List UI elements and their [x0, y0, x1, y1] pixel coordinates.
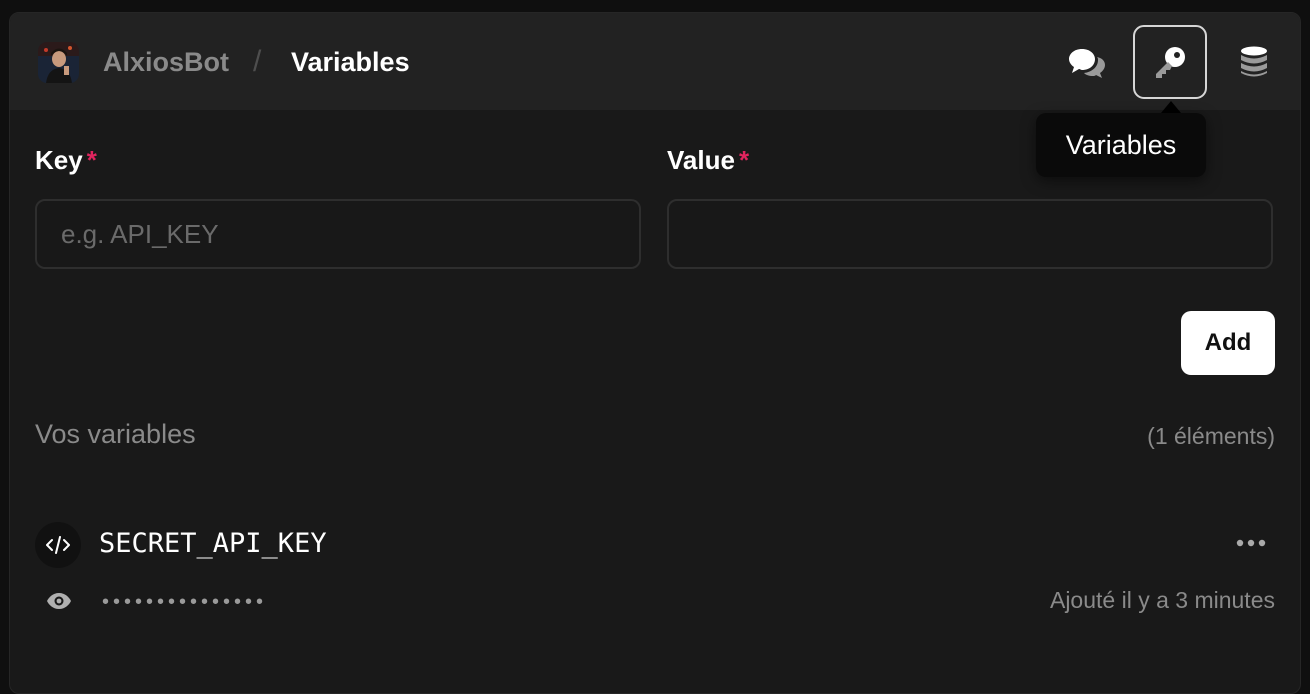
value-label-text: Value — [667, 145, 735, 175]
masked-value: ••••••••••••••• — [102, 591, 268, 613]
value-label: Value * — [667, 145, 749, 176]
required-marker: * — [86, 145, 97, 175]
breadcrumb-separator: / — [253, 45, 262, 78]
show-value-button[interactable] — [45, 589, 73, 613]
variables-tooltip: Variables — [1036, 113, 1206, 177]
chat-button[interactable] — [1050, 25, 1124, 99]
bot-avatar[interactable] — [38, 42, 79, 83]
code-icon — [35, 522, 81, 568]
variables-panel: AlxiosBot / Variables Variables Key * Va… — [9, 12, 1301, 694]
added-timestamp: Ajouté il y a 3 minutes — [1049, 587, 1275, 613]
breadcrumb-bot-name[interactable]: AlxiosBot — [103, 47, 229, 78]
database-icon — [1241, 46, 1267, 77]
value-input[interactable] — [667, 199, 1273, 269]
chat-icon — [1069, 49, 1105, 78]
database-button[interactable] — [1217, 25, 1291, 99]
more-icon — [1236, 539, 1266, 547]
variable-key: SECRET_API_KEY — [99, 528, 327, 559]
key-input[interactable] — [35, 199, 641, 269]
page-title: Variables — [291, 47, 410, 77]
tooltip-arrow — [1161, 101, 1181, 113]
variables-section-title: Vos variables — [35, 419, 196, 449]
key-label-text: Key — [35, 145, 83, 175]
key-icon — [1156, 47, 1185, 78]
eye-icon — [47, 593, 71, 609]
key-label: Key * — [35, 145, 97, 176]
more-options-button[interactable] — [1231, 528, 1271, 558]
add-button[interactable]: Add — [1181, 311, 1275, 375]
variables-count: (1 éléments) — [1147, 423, 1275, 449]
header-bar: AlxiosBot / Variables — [10, 13, 1300, 110]
required-marker: * — [738, 145, 750, 175]
variables-button[interactable] — [1133, 25, 1207, 99]
